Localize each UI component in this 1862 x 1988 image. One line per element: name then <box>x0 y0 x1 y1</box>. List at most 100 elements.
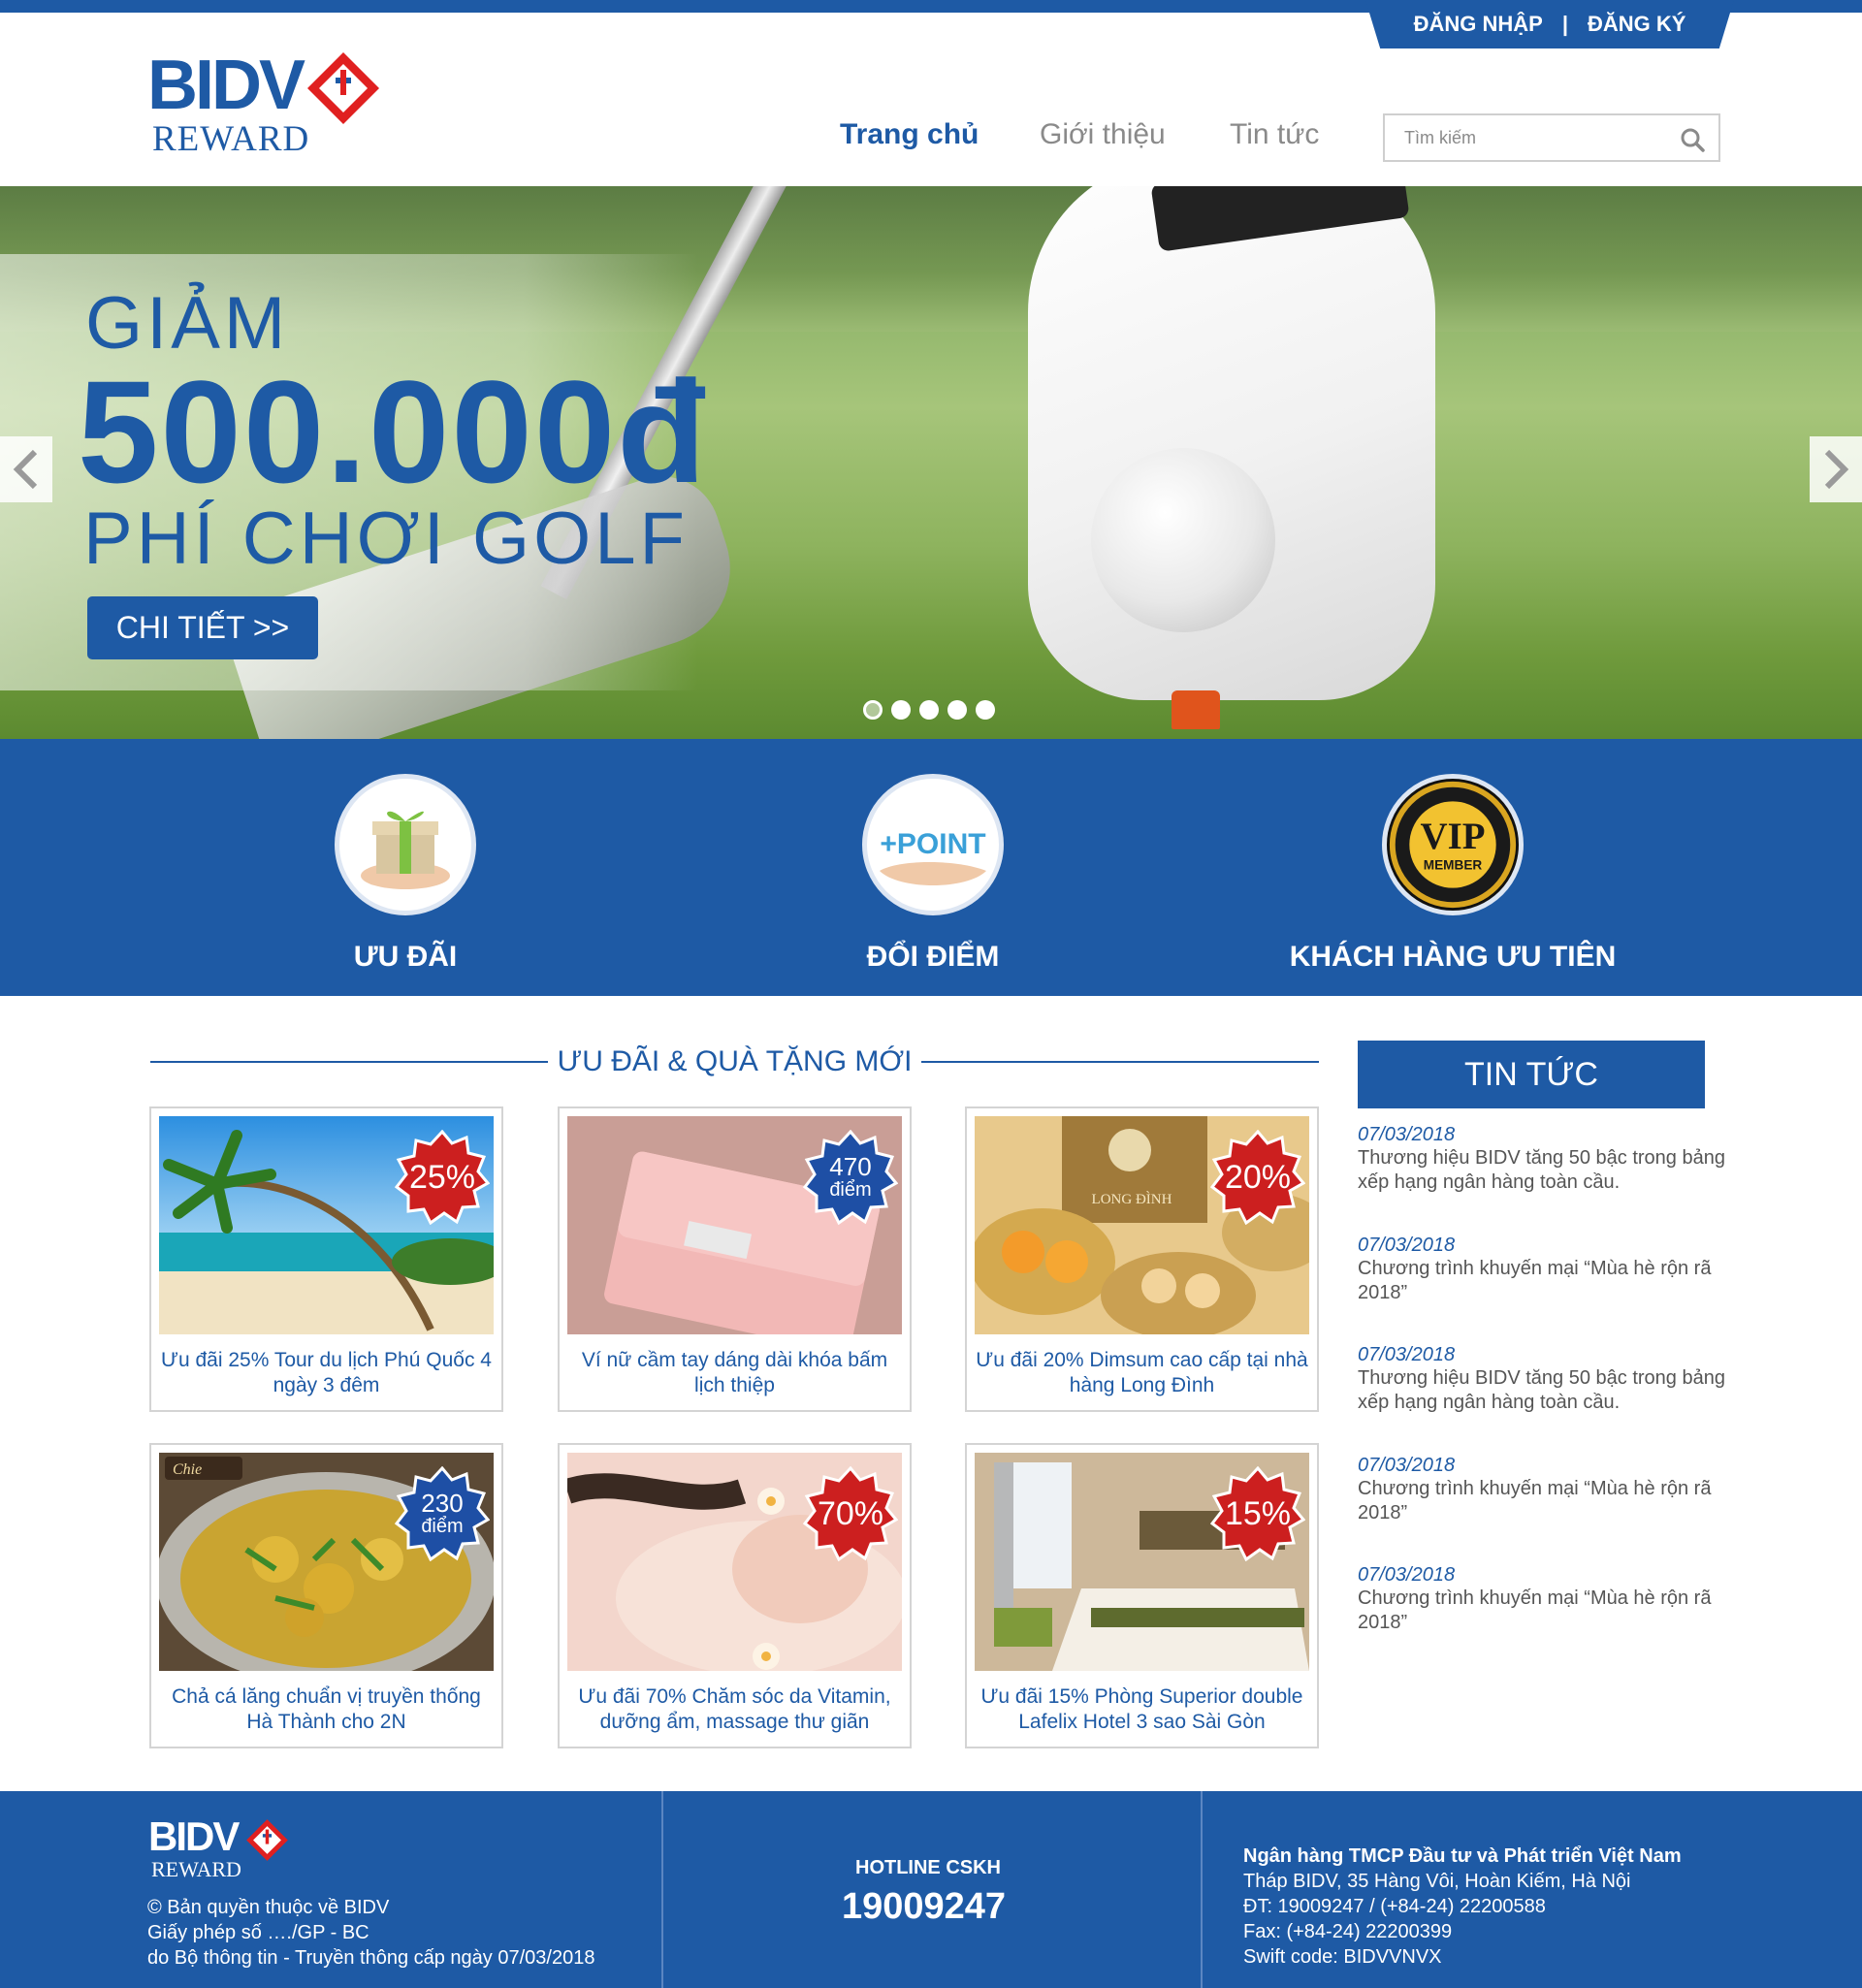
bank-phone: ĐT: 19009247 / (+84-24) 22200588 <box>1243 1896 1546 1917</box>
news-date: 07/03/2018 <box>1358 1344 1456 1365</box>
chevron-left-icon <box>13 449 38 490</box>
bank-fax: Fax: (+84-24) 22200399 <box>1243 1921 1453 1942</box>
offer-card[interactable]: 25% Ưu đãi 25% Tour du lịch Phú Quốc 4 n… <box>149 1106 503 1412</box>
banner-prev-button[interactable] <box>0 436 52 502</box>
news-date: 07/03/2018 <box>1358 1564 1456 1586</box>
search-input[interactable] <box>1404 127 1676 148</box>
points-badge: 230 điểm <box>395 1466 490 1561</box>
badge-value: 20% <box>1224 1159 1292 1196</box>
offers-title-text: ƯU ĐÃI & QUÀ TẶNG MỚI <box>557 1045 913 1077</box>
news-item[interactable]: 07/03/2018 Chương trình khuyến mại “Mùa … <box>1358 1454 1726 1525</box>
logo-text: BIDV <box>147 47 305 124</box>
bank-address: Tháp BIDV, 35 Hàng Vôi, Hoàn Kiếm, Hà Nộ… <box>1243 1871 1631 1892</box>
gift-icon <box>335 774 476 915</box>
feature-label: ƯU ĐÃI <box>353 941 458 973</box>
golf-ball <box>1091 448 1275 632</box>
news-title: TIN TỨC <box>1358 1041 1705 1108</box>
bank-name: Ngân hàng TMCP Đầu tư và Phát triển Việt… <box>1243 1845 1682 1867</box>
title-rule <box>150 1061 548 1063</box>
badge-value: 70% <box>817 1495 884 1532</box>
news-date: 07/03/2018 <box>1358 1234 1456 1256</box>
banner-line-2: 500.000đ <box>78 350 708 513</box>
offer-caption: Chả cá lăng chuẩn vị truyền thống Hà Thà… <box>172 1685 481 1733</box>
nav-gioi-thieu[interactable]: Giới thiệu <box>1040 118 1166 151</box>
news-item[interactable]: 07/03/2018 Thương hiệu BIDV tăng 50 bậc … <box>1358 1123 1726 1195</box>
news-text: Chương trình khuyến mại “Mùa hè rộn rã 2… <box>1358 1478 1712 1523</box>
badge-value: 15% <box>1224 1495 1292 1532</box>
banner-dot[interactable] <box>919 700 939 720</box>
nav-tin-tuc[interactable]: Tin tức <box>1230 118 1319 151</box>
vip-text: VIP <box>1421 816 1486 857</box>
hotline-number[interactable]: 19009247 <box>661 1886 1203 1928</box>
offer-card[interactable]: 70% Ưu đãi 70% Chăm sóc da Vitamin, dưỡn… <box>558 1443 912 1748</box>
news-text: Chương trình khuyến mại “Mùa hè rộn rã 2… <box>1358 1258 1712 1303</box>
footer-copyright-block: © Bản quyền thuộc về BIDV Giấy phép số …… <box>147 1895 594 1971</box>
discount-badge: 25% <box>395 1130 490 1225</box>
news-date: 07/03/2018 <box>1358 1124 1456 1145</box>
banner-pagination <box>863 700 995 720</box>
bank-swift: Swift code: BIDVVNVX <box>1243 1946 1442 1968</box>
logo[interactable]: BIDV REWARD <box>147 47 379 160</box>
news-text: Thương hiệu BIDV tăng 50 bậc trong bảng … <box>1358 1367 1725 1413</box>
footer-logo-text: BIDV <box>148 1813 240 1859</box>
feature-khach-hang-uu-tien[interactable]: VIP MEMBER KHÁCH HÀNG ƯU TIÊN <box>1249 774 1656 974</box>
feature-uu-dai[interactable]: ƯU ĐÃI <box>202 774 609 974</box>
golf-glove <box>1028 186 1435 700</box>
news-item[interactable]: 07/03/2018 Chương trình khuyến mại “Mùa … <box>1358 1563 1726 1635</box>
login-link[interactable]: ĐĂNG NHẬP <box>1414 12 1543 37</box>
bidv-logo-icon <box>307 52 379 124</box>
offer-card[interactable]: 15% Ưu đãi 15% Phòng Superior double Laf… <box>965 1443 1319 1748</box>
features-strip: ƯU ĐÃI +POINT ĐỔI ĐIỂM VIP MEMBER KHÁCH … <box>0 739 1862 996</box>
news-item[interactable]: 07/03/2018 Chương trình khuyến mại “Mùa … <box>1358 1234 1726 1305</box>
feature-label: KHÁCH HÀNG ƯU TIÊN <box>1289 941 1617 973</box>
vip-member-icon: VIP MEMBER <box>1382 774 1524 915</box>
badge-value: 230 <box>421 1489 464 1518</box>
point-icon: +POINT <box>862 774 1004 915</box>
title-rule <box>921 1061 1319 1063</box>
points-badge: 470 điểm <box>803 1130 898 1225</box>
footer-bank-info: Ngân hàng TMCP Đầu tư và Phát triển Việt… <box>1243 1844 1682 1970</box>
badge-unit: điểm <box>421 1516 464 1537</box>
footer-logo[interactable]: BIDV REWARD <box>148 1813 288 1882</box>
offer-caption: Ưu đãi 15% Phòng Superior double Lafelix… <box>980 1685 1303 1733</box>
badge-value: 470 <box>829 1152 872 1181</box>
banner-next-button[interactable] <box>1810 436 1862 502</box>
footer-license: Giấy phép số …./GP - BC <box>147 1922 369 1943</box>
offer-card[interactable]: 470 điểm Ví nữ cầm tay dáng dài khóa bấm … <box>558 1106 912 1412</box>
chevron-right-icon <box>1824 449 1849 490</box>
footer-issuer: do Bộ thông tin - Truyền thông cấp ngày … <box>147 1947 595 1969</box>
banner-dot[interactable] <box>976 700 995 720</box>
logo-subtext: REWARD <box>152 119 310 159</box>
badge-value: 25% <box>408 1159 476 1196</box>
offer-card[interactable]: LONG ĐÌNH 20% Ưu đãi 20% Dimsum cao cấp … <box>965 1106 1319 1412</box>
banner-line-3: PHÍ CHƠI GOLF <box>83 497 689 580</box>
register-link[interactable]: ĐĂNG KÝ <box>1588 12 1685 37</box>
discount-badge: 15% <box>1210 1466 1305 1561</box>
news-text: Chương trình khuyến mại “Mùa hè rộn rã 2… <box>1358 1587 1712 1633</box>
chie-text: Chie <box>173 1461 202 1478</box>
footer: BIDV REWARD © Bản quyền thuộc về BIDV Gi… <box>0 1791 1862 1988</box>
banner-detail-button[interactable]: CHI TIẾT >> <box>87 596 318 659</box>
offer-caption: Ví nữ cầm tay dáng dài khóa bấm lịch thi… <box>581 1349 888 1396</box>
member-text: MEMBER <box>1424 857 1483 872</box>
news-date: 07/03/2018 <box>1358 1455 1456 1476</box>
footer-logo-subtext: REWARD <box>151 1857 241 1881</box>
news-text: Thương hiệu BIDV tăng 50 bậc trong bảng … <box>1358 1147 1725 1193</box>
discount-badge: 20% <box>1210 1130 1305 1225</box>
news-item[interactable]: 07/03/2018 Thương hiệu BIDV tăng 50 bậc … <box>1358 1343 1726 1415</box>
search-box <box>1383 113 1720 162</box>
offer-card[interactable]: Chie 230 điểm Chả cá lăng chuẩn vị truyền… <box>149 1443 503 1748</box>
auth-separator: | <box>1561 12 1568 36</box>
golf-tee <box>1172 690 1220 729</box>
feature-doi-diem[interactable]: +POINT ĐỔI ĐIỂM <box>729 774 1137 974</box>
offer-caption: Ưu đãi 20% Dimsum cao cấp tại nhà hàng L… <box>976 1349 1308 1396</box>
nav-trang-chu[interactable]: Trang chủ <box>840 118 979 151</box>
offer-caption: Ưu đãi 70% Chăm sóc da Vitamin, dưỡng ẩm… <box>578 1685 891 1733</box>
auth-bar: ĐĂNG NHẬP | ĐĂNG KÝ <box>1365 0 1734 48</box>
offers-section-title: ƯU ĐÃI & QUÀ TẶNG MỚI <box>150 1045 1319 1078</box>
banner-dot[interactable] <box>863 700 883 720</box>
banner-dot[interactable] <box>947 700 967 720</box>
banner-dot[interactable] <box>891 700 911 720</box>
search-icon[interactable] <box>1680 127 1705 152</box>
footer-copyright: © Bản quyền thuộc về BIDV <box>147 1897 390 1918</box>
